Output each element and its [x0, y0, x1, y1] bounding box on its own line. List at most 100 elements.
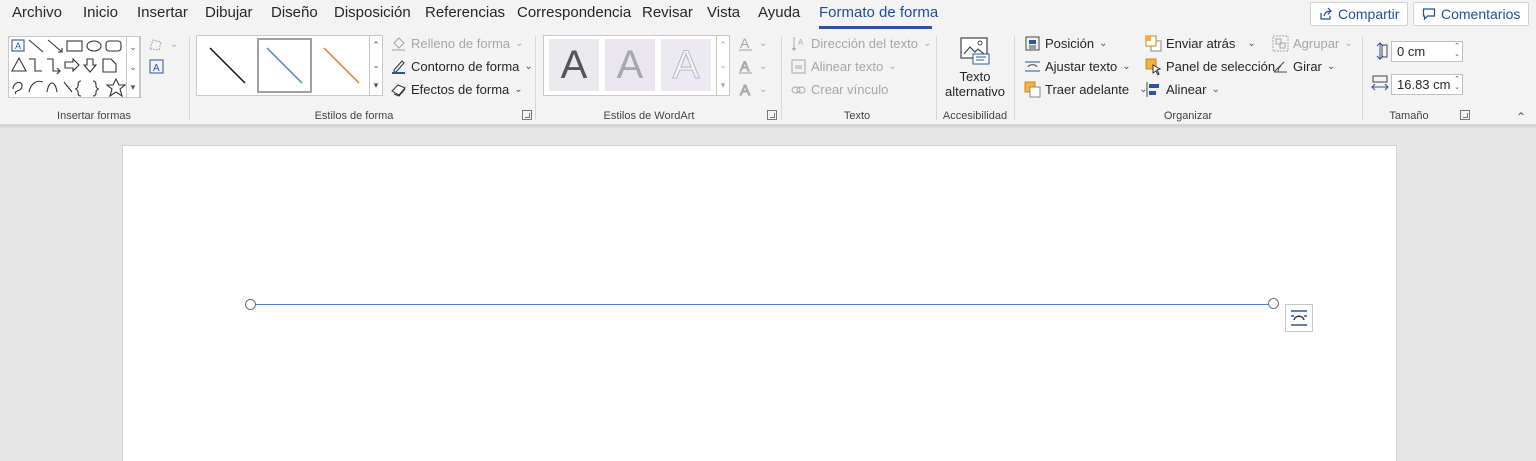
position-button[interactable]: Posición ⌄ — [1024, 33, 1108, 53]
tab-disposicion[interactable]: Disposición — [334, 4, 411, 21]
wordart-style-outline[interactable]: A — [661, 39, 711, 91]
alt-text-button[interactable]: Texto alternativo — [944, 36, 1006, 102]
chevron-up-icon[interactable]: ⌃ — [719, 40, 727, 51]
tab-formato-de-forma[interactable]: Formato de forma — [819, 4, 938, 21]
pen-outline-icon — [392, 59, 405, 74]
chevron-down-icon[interactable]: ⌄ — [129, 62, 137, 73]
position-icon — [1025, 36, 1040, 50]
line-style-blue-icon — [266, 47, 303, 84]
wordart-styles-scroll[interactable]: ⌃ ⌄ ▾ — [716, 35, 730, 96]
chevron-up-icon[interactable]: ⌄ — [129, 42, 137, 53]
expand-gallery-icon[interactable]: ▾ — [721, 80, 726, 91]
selected-line-shape[interactable] — [250, 304, 1274, 305]
wordart-styles-gallery[interactable]: A A A — [543, 35, 730, 96]
wordart-style-gray[interactable]: A — [605, 39, 655, 91]
alt-text-label-line1: Texto — [959, 69, 991, 84]
tab-archivo[interactable]: Archivo — [12, 4, 62, 21]
create-link-label: Crear vínculo — [811, 81, 889, 97]
wordart-dialog-launcher[interactable] — [767, 110, 777, 120]
send-backward-label: Enviar atrás — [1166, 35, 1236, 51]
align-text-label: Alinear texto — [811, 58, 884, 74]
group-label-accessibility: Accesibilidad — [942, 110, 1008, 122]
rotate-icon — [1273, 61, 1287, 72]
alt-text-label-line2: alternativo — [945, 84, 1005, 99]
bring-forward-button[interactable]: Traer adelante ⌄ — [1024, 79, 1147, 99]
layout-options-icon — [1291, 310, 1307, 326]
group-separator — [936, 36, 937, 120]
shapes-gallery-icons: A — [11, 39, 127, 98]
send-backward-icon — [1145, 35, 1162, 51]
comments-button[interactable]: Comentarios — [1413, 2, 1530, 26]
selection-pane-icon — [1145, 58, 1162, 75]
text-outline-button[interactable]: A ⌄ — [737, 56, 767, 76]
line-start-handle[interactable] — [245, 299, 256, 310]
align-icon — [1146, 81, 1159, 97]
tab-insertar[interactable]: Insertar — [137, 4, 188, 21]
chevron-down-icon[interactable]: ⌄ — [719, 60, 727, 71]
shape-width-input[interactable]: 16.83 cm ⌃ ⌄ — [1391, 74, 1463, 95]
group-label-text: Texto — [843, 110, 871, 122]
shape-styles-dialog-launcher[interactable] — [522, 110, 532, 120]
collapse-ribbon-icon[interactable]: ⌃ — [1516, 110, 1526, 124]
text-fill-button[interactable]: A ⌄ — [737, 33, 767, 53]
active-tab-indicator — [819, 26, 932, 29]
wordart-style-dark[interactable]: A — [549, 39, 599, 91]
chevron-down-icon[interactable]: ⌄ — [372, 60, 380, 71]
align-button[interactable]: Alinear ⌄ — [1145, 79, 1220, 99]
shapes-gallery[interactable]: A — [8, 36, 141, 98]
group-button[interactable]: Agrupar ⌄ — [1272, 33, 1353, 53]
send-backward-button[interactable]: Enviar atrás ⌄ — [1145, 33, 1256, 53]
create-link-button[interactable]: Crear vínculo — [790, 79, 888, 99]
svg-text:A: A — [740, 35, 750, 51]
shape-effects-button[interactable]: Efectos de forma ⌄ — [390, 79, 523, 99]
text-effects-button[interactable]: A ⌄ — [737, 79, 768, 99]
selection-pane-button[interactable]: Panel de selección — [1145, 56, 1275, 76]
line-end-handle[interactable] — [1268, 298, 1279, 309]
shape-styles-scroll[interactable]: ⌃ ⌄ ▾ — [369, 35, 383, 96]
shape-fill-button[interactable]: Relleno de forma ⌄ — [390, 33, 523, 53]
shape-styles-gallery[interactable] — [196, 35, 383, 96]
draw-text-box-button[interactable]: A — [148, 56, 165, 76]
tab-ayuda[interactable]: Ayuda — [758, 4, 800, 21]
shape-style-swatch-blue[interactable] — [257, 38, 312, 93]
align-text-button[interactable]: Alinear texto ⌄ — [790, 56, 897, 76]
line-style-black-icon — [209, 47, 246, 84]
document-page[interactable] — [122, 145, 1397, 461]
height-spinner[interactable]: ⌃ ⌄ — [1454, 43, 1460, 59]
shapes-gallery-scroll[interactable]: ⌄ ⌄ ▾ — [126, 36, 140, 98]
shape-height-value: 0 cm — [1397, 44, 1426, 59]
tab-dibujar[interactable]: Dibujar — [205, 4, 253, 21]
wrap-text-button[interactable]: Ajustar texto ⌄ — [1024, 56, 1131, 76]
text-direction-button[interactable]: A Dirección del texto ⌄ — [790, 33, 931, 53]
wrap-text-label: Ajustar texto — [1045, 58, 1118, 74]
shape-width-icon — [1371, 75, 1389, 91]
expand-gallery-icon[interactable]: ▾ — [131, 82, 136, 93]
tab-revisar[interactable]: Revisar — [642, 4, 693, 21]
expand-gallery-icon[interactable]: ▾ — [374, 80, 379, 91]
layout-options-button[interactable] — [1285, 304, 1313, 332]
tab-referencias[interactable]: Referencias — [425, 4, 505, 21]
tab-correspondencia[interactable]: Correspondencia — [517, 4, 631, 21]
align-label: Alinear — [1166, 81, 1207, 97]
line-style-orange-icon — [323, 47, 360, 84]
share-button[interactable]: Compartir — [1310, 2, 1409, 26]
text-box-icon: A — [149, 59, 164, 74]
shape-style-swatch-orange[interactable] — [314, 38, 369, 93]
rotate-button[interactable]: Girar ⌄ — [1272, 56, 1335, 76]
shape-outline-button[interactable]: Contorno de forma ⌄ — [390, 56, 533, 76]
edit-shape-button[interactable]: ⌄ — [148, 34, 178, 54]
group-separator — [1014, 36, 1015, 120]
group-label-shape-styles: Estilos de forma — [314, 110, 394, 122]
width-spinner[interactable]: ⌃ ⌄ — [1454, 76, 1460, 92]
svg-text:A: A — [740, 58, 750, 74]
shape-height-input[interactable]: 0 cm ⌃ ⌄ — [1391, 41, 1463, 62]
group-separator — [189, 36, 190, 120]
tab-vista[interactable]: Vista — [707, 4, 740, 21]
group-separator — [781, 36, 782, 120]
shape-style-swatch-black[interactable] — [200, 38, 255, 93]
size-dialog-launcher[interactable] — [1460, 110, 1470, 120]
tab-inicio[interactable]: Inicio — [83, 4, 118, 21]
group-label-arrange: Organizar — [1163, 110, 1213, 122]
tab-diseno[interactable]: Diseño — [271, 4, 318, 21]
chevron-up-icon[interactable]: ⌃ — [372, 40, 380, 51]
